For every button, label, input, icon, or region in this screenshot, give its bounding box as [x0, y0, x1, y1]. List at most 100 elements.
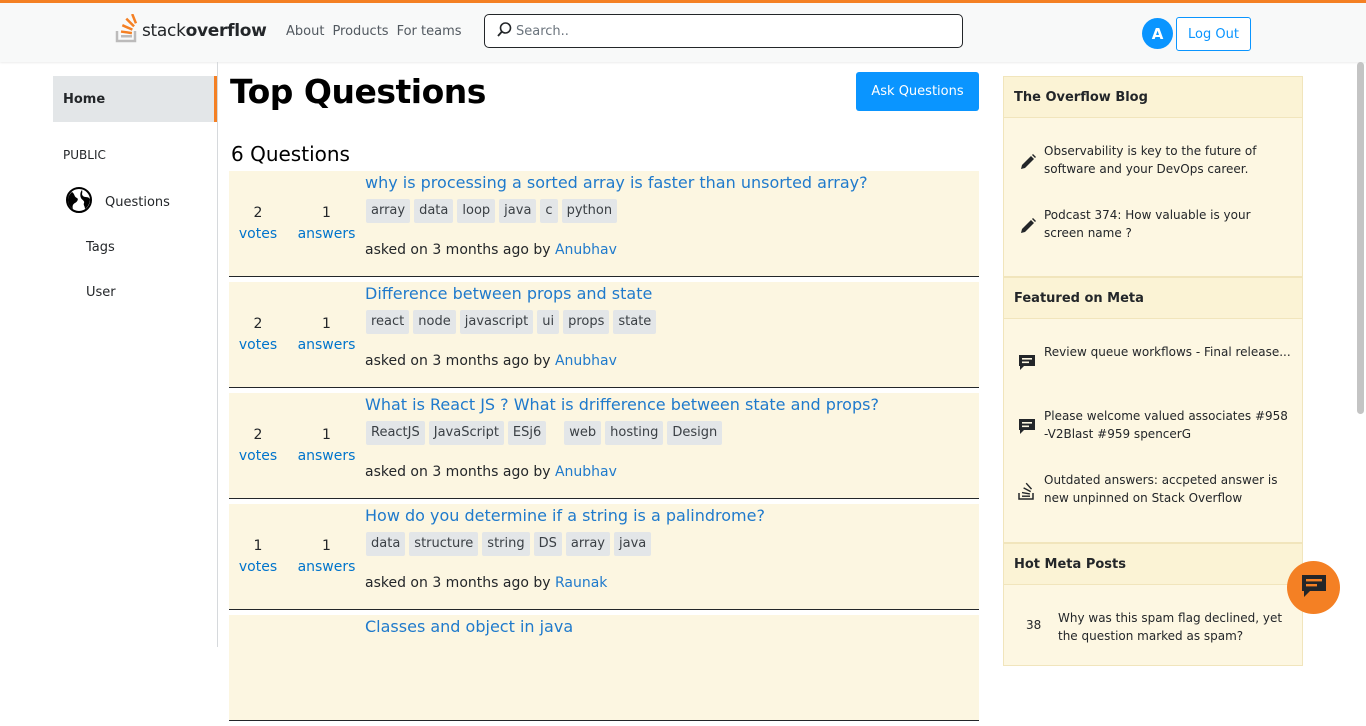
sidebar-item-questions[interactable]: Questions	[65, 186, 170, 218]
asked-text: asked on 3 months ago by	[365, 464, 555, 480]
tag[interactable]: string	[482, 532, 530, 556]
votes-count: 2	[253, 427, 263, 443]
tag[interactable]: props	[563, 310, 610, 334]
chat-bubble-icon	[1018, 417, 1038, 439]
tag[interactable]: c	[540, 199, 558, 223]
meta-panel: Featured on Meta Review queue workflows …	[1003, 277, 1303, 543]
votes-count: 2	[253, 205, 263, 221]
meta-item[interactable]: Outdated answers: accpeted answer is new…	[1004, 471, 1302, 535]
tag[interactable]: java	[499, 199, 537, 223]
ask-question-button[interactable]: Ask Questions	[856, 72, 979, 111]
question-count: 6 Questions	[231, 142, 350, 166]
tag[interactable]: ui	[537, 310, 560, 334]
answers-count: 1	[322, 538, 331, 554]
hot-meta-count: 38	[1026, 618, 1042, 632]
asked-text: asked on 3 months ago by	[365, 242, 555, 258]
sidebar-item-user[interactable]: User	[86, 285, 116, 300]
question-votes: 1 votes	[229, 536, 287, 578]
blog-panel-title: The Overflow Blog	[1004, 77, 1302, 118]
tag[interactable]: data	[414, 199, 454, 223]
asked-text: asked on 3 months ago by	[365, 575, 555, 591]
tag[interactable]	[550, 421, 560, 445]
chat-bubble-icon	[1300, 573, 1328, 603]
votes-count: 2	[253, 316, 263, 332]
question-title-link[interactable]: How do you determine if a string is a pa…	[365, 506, 765, 525]
chat-button[interactable]	[1287, 561, 1340, 614]
tag[interactable]: DS	[533, 532, 562, 556]
tag[interactable]: hosting	[605, 421, 664, 445]
author-link[interactable]: Anubhav	[555, 353, 617, 369]
sidebar-section-public: PUBLIC	[63, 148, 106, 162]
tag[interactable]: Design	[667, 421, 723, 445]
question-title-link[interactable]: why is processing a sorted array is fast…	[365, 173, 868, 192]
author-link[interactable]: Anubhav	[555, 464, 617, 480]
search-input[interactable]	[516, 23, 936, 39]
hot-meta-panel: Hot Meta Posts 38 Why was this spam flag…	[1003, 543, 1303, 666]
tag[interactable]: javascript	[459, 310, 534, 334]
question-asked-info: asked on 3 months ago by Anubhav	[365, 242, 617, 258]
top-nav: About Products For teams	[286, 24, 462, 39]
question-asked-info: asked on 3 months ago by Anubhav	[365, 464, 617, 480]
nav-products[interactable]: Products	[332, 24, 388, 39]
tag[interactable]: loop	[457, 199, 496, 223]
right-sidebar: The Overflow Blog Observability is key t…	[1003, 76, 1303, 666]
question-title-link[interactable]: What is React JS ? What is drifference b…	[365, 395, 879, 414]
votes-count: 1	[253, 538, 263, 554]
blog-item[interactable]: Podcast 374: How valuable is your screen…	[1004, 206, 1302, 270]
question-list: 2 votes 1 answers why is processing a so…	[229, 171, 979, 726]
tag[interactable]: web	[564, 421, 602, 445]
question-tags: data structure string DS array java	[366, 532, 652, 556]
meta-item-text: Review queue workflows - Final release..…	[1044, 345, 1291, 359]
meta-item-text: Please welcome valued associates #958 -V…	[1044, 409, 1288, 441]
question-votes: 2 votes	[229, 203, 287, 245]
question-title-link[interactable]: Classes and object in java	[365, 617, 573, 636]
tag[interactable]: array	[565, 532, 610, 556]
tag[interactable]: array	[366, 199, 411, 223]
votes-label: votes	[238, 337, 278, 353]
meta-item[interactable]: Please welcome valued associates #958 -V…	[1004, 407, 1302, 471]
meta-panel-title: Featured on Meta	[1004, 278, 1302, 319]
question-answers: 1 answers	[289, 425, 364, 467]
answers-label: answers	[297, 448, 356, 464]
author-link[interactable]: Raunak	[555, 575, 607, 591]
nav-for-teams[interactable]: For teams	[397, 24, 462, 39]
tag[interactable]: structure	[409, 532, 479, 556]
meta-item[interactable]: Review queue workflows - Final release..…	[1004, 343, 1302, 407]
tag[interactable]: ESj6	[507, 421, 547, 445]
answers-count: 1	[322, 316, 331, 332]
stackoverflow-logo-icon	[115, 13, 139, 48]
nav-about[interactable]: About	[286, 24, 324, 39]
question-row: 2 votes 1 answers What is React JS ? Wha…	[229, 393, 979, 499]
top-bar: stackoverflow About Products For teams A…	[0, 0, 1366, 62]
tag[interactable]: python	[561, 199, 618, 223]
blog-item-text: Observability is key to the future of so…	[1044, 144, 1257, 176]
pencil-icon	[1018, 152, 1038, 176]
blog-item[interactable]: Observability is key to the future of so…	[1004, 142, 1302, 206]
answers-label: answers	[297, 559, 356, 575]
question-answers: 1 answers	[289, 203, 364, 245]
logout-button[interactable]: Log Out	[1176, 17, 1251, 51]
tag[interactable]: data	[366, 532, 406, 556]
sidebar-item-tags[interactable]: Tags	[86, 240, 115, 255]
sidebar-item-label: Questions	[105, 194, 170, 210]
question-title-link[interactable]: Difference between props and state	[365, 284, 652, 303]
votes-label: votes	[238, 559, 278, 575]
question-answers: 1 answers	[289, 314, 364, 356]
question-votes: 2 votes	[229, 425, 287, 467]
tag[interactable]: java	[613, 532, 652, 556]
hot-meta-item[interactable]: 38 Why was this spam flag declined, yet …	[1004, 609, 1302, 645]
tag[interactable]: ReactJS	[366, 421, 425, 445]
author-link[interactable]: Anubhav	[555, 242, 617, 258]
stackoverflow-logo[interactable]: stackoverflow	[115, 13, 267, 48]
search-box[interactable]	[484, 14, 963, 48]
tag[interactable]: react	[366, 310, 410, 334]
tag[interactable]: node	[413, 310, 456, 334]
avatar[interactable]: A	[1142, 18, 1173, 49]
globe-icon	[65, 186, 93, 218]
tag[interactable]: JavaScript	[428, 421, 504, 445]
sidebar-item-home[interactable]: Home	[53, 76, 217, 122]
tag[interactable]: state	[613, 310, 657, 334]
question-tags: react node javascript ui props state	[366, 310, 657, 334]
hot-meta-text: Why was this spam flag declined, yet the…	[1058, 611, 1283, 643]
page-scrollbar[interactable]	[1357, 62, 1364, 414]
